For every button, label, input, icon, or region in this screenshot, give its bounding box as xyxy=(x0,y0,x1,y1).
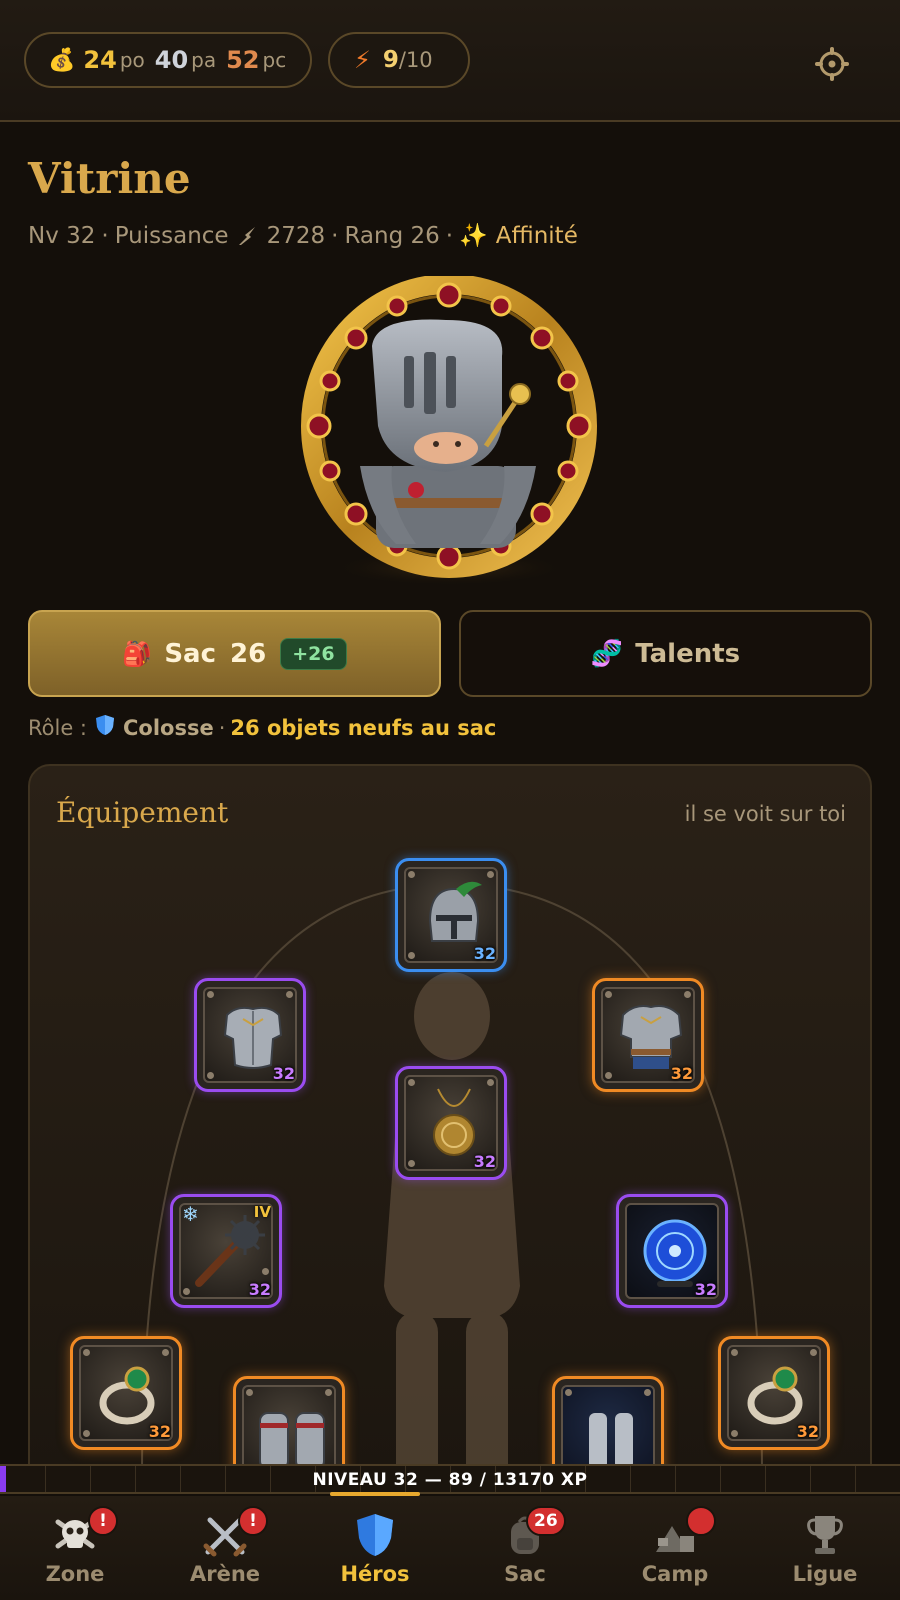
talents-button[interactable]: 🧬 Talents xyxy=(459,610,872,697)
bag-button[interactable]: 🎒 Sac 26 +26 xyxy=(28,610,441,697)
top-bar: 💰 24 po 40 pa 52 pc ⚡ 9 /10 xyxy=(0,0,900,122)
hero-stats-line: Nv 32 · Puissance 2728 · Rang 26 · ✨ Aff… xyxy=(28,222,578,250)
silver-amount: 40 xyxy=(154,46,189,74)
settings-button[interactable] xyxy=(812,44,852,84)
alert-badge: ! xyxy=(88,1506,118,1536)
page-title: Vitrine xyxy=(28,154,191,203)
equipment-panel: Équipement il se voit sur toi 32 32 32 3… xyxy=(28,764,872,1484)
item-level: 32 xyxy=(796,1422,819,1441)
item-level: 32 xyxy=(148,1422,171,1441)
backpack-icon: 🎒 xyxy=(122,639,153,668)
nav-label: Arène xyxy=(189,1562,261,1586)
armor-slot[interactable]: 32 xyxy=(592,978,704,1092)
sparkles-icon: ✨ xyxy=(459,223,488,249)
nav-heroes[interactable]: Héros xyxy=(300,1496,450,1600)
nav-arena[interactable]: Arène ! xyxy=(150,1496,300,1600)
helmet-icon xyxy=(428,881,482,942)
hero-portrait-art xyxy=(301,274,597,586)
nav-zone[interactable]: Zone ! xyxy=(0,1496,150,1600)
new-items-badge: +26 xyxy=(280,637,347,670)
plate-armor-icon xyxy=(619,1005,683,1069)
talents-label: Talents xyxy=(635,638,741,669)
helmet-slot[interactable]: 32 xyxy=(395,858,507,972)
weapon-slot[interactable]: ❄ IV 32 xyxy=(170,1194,282,1308)
body-silhouette xyxy=(384,972,520,1482)
magic-orb-icon xyxy=(643,1219,707,1287)
amulet-icon xyxy=(433,1088,475,1156)
money-bag-icon: 💰 xyxy=(48,47,76,73)
copper-unit: pc xyxy=(262,48,287,72)
role-name: Colosse xyxy=(123,715,214,740)
item-level: 32 xyxy=(473,1152,496,1171)
count-badge: 26 xyxy=(526,1506,566,1536)
power-label: Puissance xyxy=(114,222,229,249)
nav-label: Camp xyxy=(641,1562,709,1586)
separator: · xyxy=(218,715,226,740)
ring-icon xyxy=(747,1366,803,1425)
amulet-slot[interactable]: 32 xyxy=(395,1066,507,1180)
copper-amount: 52 xyxy=(226,46,260,74)
item-tier: IV xyxy=(253,1203,271,1221)
hero-rank: Rang 26 xyxy=(344,222,440,249)
shield-icon xyxy=(95,714,115,741)
separator: · xyxy=(331,222,339,249)
role-prefix: Rôle : xyxy=(28,715,88,740)
gauntlets-icon xyxy=(259,1412,325,1470)
xp-label: NIVEAU 32 — 89 / 13170 XP xyxy=(312,1470,588,1490)
item-level: 32 xyxy=(473,944,496,963)
currency-pill[interactable]: 💰 24 po 40 pa 52 pc xyxy=(24,32,312,88)
energy-current: 9 xyxy=(382,47,399,73)
separator: · xyxy=(445,222,454,249)
lightning-icon: ⚡ xyxy=(354,46,371,74)
item-level: 32 xyxy=(694,1280,717,1299)
item-level: 32 xyxy=(670,1064,693,1083)
ring-icon xyxy=(99,1366,155,1425)
energy-max: /10 xyxy=(398,48,433,72)
greaves-icon xyxy=(589,1413,633,1469)
nav-label: Zone xyxy=(45,1562,105,1586)
role-line: Rôle : Colosse · 26 objets neufs au sac xyxy=(28,714,496,741)
mace-icon xyxy=(195,1215,265,1287)
notification-dot xyxy=(686,1506,716,1536)
power-icon xyxy=(238,226,255,245)
hero-level: Nv 32 xyxy=(28,222,96,249)
offhand-slot[interactable]: 32 xyxy=(616,1194,728,1308)
power-value: 2728 xyxy=(266,222,326,249)
ring-left-slot[interactable]: 32 xyxy=(70,1336,182,1450)
nav-bag[interactable]: Sac 26 xyxy=(450,1496,600,1600)
nav-label: Ligue xyxy=(792,1562,858,1586)
new-items-text: 26 objets neufs au sac xyxy=(230,715,497,740)
nav-label: Sac xyxy=(504,1562,546,1586)
nav-camp[interactable]: Camp xyxy=(600,1496,750,1600)
dna-icon: 🧬 xyxy=(590,638,624,669)
snowflake-icon: ❄ xyxy=(182,1202,199,1226)
affinity-label[interactable]: Affinité xyxy=(496,223,578,249)
bottom-nav: Zone ! Arène ! Héros Sac 26 Camp Ligue xyxy=(0,1496,900,1600)
gold-unit: po xyxy=(119,48,145,72)
xp-bar: NIVEAU 32 — 89 / 13170 XP xyxy=(0,1464,900,1494)
item-level: 32 xyxy=(248,1280,271,1299)
shield-icon xyxy=(357,1514,393,1556)
separator: · xyxy=(101,222,109,249)
gear-icon xyxy=(815,47,849,81)
trophy-icon xyxy=(807,1516,843,1554)
ring-right-slot[interactable]: 32 xyxy=(718,1336,830,1450)
chest-slot[interactable]: 32 xyxy=(194,978,306,1092)
silver-unit: pa xyxy=(191,48,217,72)
bag-count: 26 xyxy=(230,638,267,669)
item-level: 32 xyxy=(272,1064,295,1083)
nav-label: Héros xyxy=(340,1562,410,1586)
gold-amount: 24 xyxy=(83,46,117,74)
bag-label: Sac xyxy=(164,638,216,669)
energy-pill[interactable]: ⚡ 9 /10 xyxy=(328,32,470,88)
hero-portrait[interactable] xyxy=(296,274,602,586)
alert-badge: ! xyxy=(238,1506,268,1536)
nav-league[interactable]: Ligue xyxy=(750,1496,900,1600)
breastplate-icon xyxy=(223,1006,283,1069)
